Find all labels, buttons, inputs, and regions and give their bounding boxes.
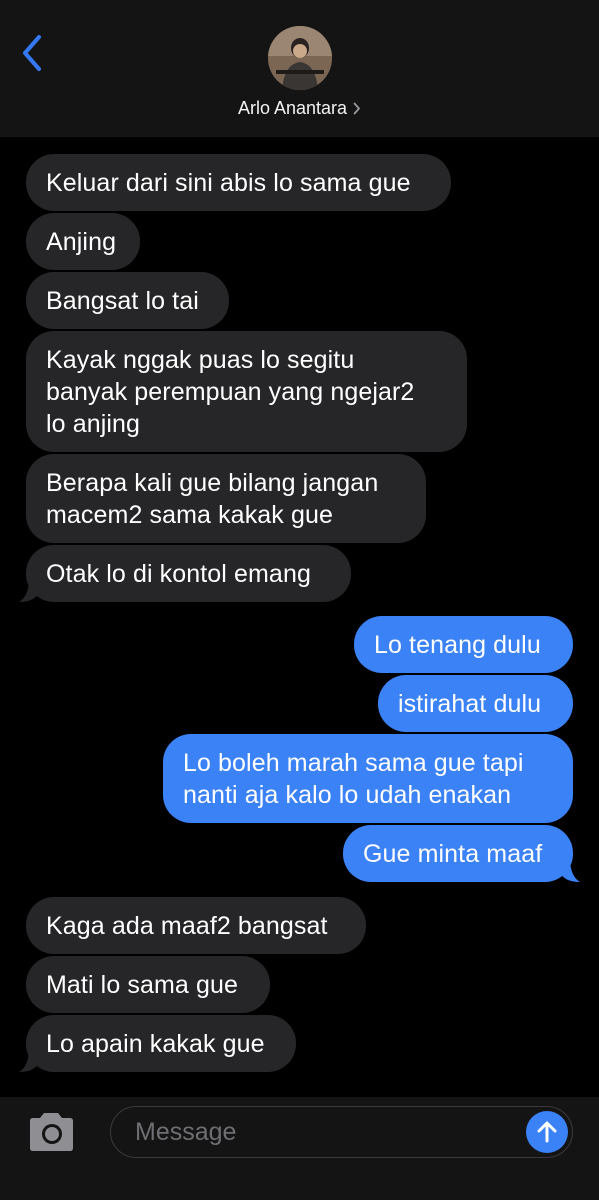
message-text: nanti aja kalo lo udah enakan xyxy=(183,781,512,809)
message-text: Lo tenang dulu xyxy=(374,631,541,659)
bubble-tail-incoming xyxy=(19,578,39,602)
conversation-header: Arlo Anantara xyxy=(0,0,599,137)
camera-button[interactable] xyxy=(24,1109,80,1157)
message-text: Mati lo sama gue xyxy=(46,971,238,999)
message-text: macem2 sama kakak gue xyxy=(46,501,333,529)
message-bubble-incoming[interactable]: Otak lo di kontol emang xyxy=(26,545,351,602)
message-composer xyxy=(0,1097,599,1200)
message-bubble-outgoing[interactable]: Lo boleh marah sama gue tapi nanti aja k… xyxy=(163,734,573,823)
message-bubble-outgoing[interactable]: Gue minta maaf xyxy=(343,825,573,882)
message-text: Otak lo di kontol emang xyxy=(46,560,311,588)
back-button[interactable] xyxy=(12,28,52,78)
chevron-right-icon xyxy=(353,97,361,121)
message-text: banyak perempuan yang ngejar2 xyxy=(46,378,415,406)
messages-screen: Arlo Anantara Keluar dari sini abis lo s… xyxy=(0,0,599,1200)
contact-name-button[interactable]: Arlo Anantara xyxy=(0,96,599,121)
bubble-tail-outgoing xyxy=(560,858,580,882)
message-bubble-incoming[interactable]: Anjing xyxy=(26,213,140,270)
message-bubble-outgoing[interactable]: Lo tenang dulu xyxy=(354,616,573,673)
message-text: Anjing xyxy=(46,228,117,256)
message-bubble-incoming[interactable]: Mati lo sama gue xyxy=(26,956,270,1013)
bubble-tail-incoming xyxy=(19,1048,39,1072)
message-bubble-incoming[interactable]: Bangsat lo tai xyxy=(26,272,229,329)
avatar-photo xyxy=(268,26,332,90)
send-arrow-icon xyxy=(537,1121,557,1143)
message-text: Gue minta maaf xyxy=(363,840,543,868)
message-text: Lo boleh marah sama gue tapi xyxy=(183,749,524,777)
message-bubble-incoming[interactable]: Kaga ada maaf2 bangsat xyxy=(26,897,366,954)
message-text: Berapa kali gue bilang jangan xyxy=(46,469,379,497)
message-bubble-incoming[interactable]: Lo apain kakak gue xyxy=(26,1015,296,1072)
message-input-container xyxy=(110,1106,573,1158)
message-text: Kayak nggak puas lo segitu xyxy=(46,346,355,374)
message-bubble-outgoing[interactable]: istirahat dulu xyxy=(378,675,573,732)
message-text: lo anjing xyxy=(46,410,141,438)
message-text: Kaga ada maaf2 bangsat xyxy=(46,912,328,940)
message-bubble-incoming[interactable]: Berapa kali gue bilang jangan macem2 sam… xyxy=(26,454,426,543)
contact-name: Arlo Anantara xyxy=(237,98,348,118)
message-bubble-incoming[interactable]: Keluar dari sini abis lo sama gue xyxy=(26,154,451,211)
message-text: Lo apain kakak gue xyxy=(46,1030,265,1058)
send-button[interactable] xyxy=(526,1111,568,1153)
message-input[interactable] xyxy=(133,1107,517,1158)
message-text: Bangsat lo tai xyxy=(46,287,199,315)
message-bubble-incoming[interactable]: Kayak nggak puas lo segitu banyak peremp… xyxy=(26,331,467,452)
message-text: istirahat dulu xyxy=(398,690,542,718)
camera-icon xyxy=(30,1113,73,1151)
contact-avatar[interactable] xyxy=(268,26,332,90)
chevron-left-icon xyxy=(23,35,41,71)
message-text: Keluar dari sini abis lo sama gue xyxy=(46,169,411,197)
